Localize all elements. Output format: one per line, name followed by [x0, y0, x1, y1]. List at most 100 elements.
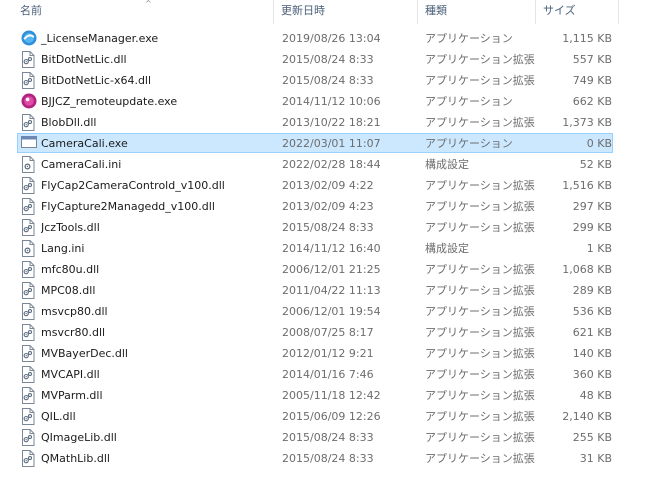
file-row[interactable]: CameraCali.ini 2022/02/28 18:44 構成設定 52 KB [0, 154, 620, 175]
dll-file-icon [21, 324, 37, 341]
file-size: 0 KB [586, 137, 612, 150]
dll-file-icon [21, 345, 37, 362]
file-type: アプリケーション拡張 [425, 410, 535, 423]
file-row[interactable]: CameraCali.exe 2022/03/01 11:07 アプリケーション 0 … [0, 133, 620, 154]
file-row[interactable]: Lang.ini 2014/11/12 16:40 構成設定 1 KB [0, 238, 620, 259]
file-row[interactable]: BJJCZ_remoteupdate.exe 2014/11/12 10:06 アプ… [0, 91, 620, 112]
dll-file-icon [21, 282, 37, 299]
column-header-name[interactable]: 名前 [15, 0, 273, 24]
file-row[interactable]: FlyCapture2Managedd_v100.dll 2013/02/09 4… [0, 196, 620, 217]
file-type: アプリケーション拡張 [425, 347, 535, 360]
file-row[interactable]: MVBayerDec.dll 2012/01/12 9:21 アプリケーション拡張 1… [0, 343, 620, 364]
file-type: アプリケーション拡張 [425, 74, 535, 87]
file-name: MVBayerDec.dll [41, 347, 128, 360]
file-date: 2015/08/24 8:33 [282, 221, 374, 234]
file-size: 31 KB [579, 452, 612, 465]
file-date: 2011/04/22 11:13 [282, 284, 381, 297]
file-row[interactable]: JczTools.dll 2015/08/24 8:33 アプリケーション拡張 299… [0, 217, 620, 238]
file-row[interactable]: msvcp80.dll 2006/12/01 19:54 アプリケーション拡張 536… [0, 301, 620, 322]
file-row[interactable]: FlyCap2CameraControld_v100.dll 2013/02/09… [0, 175, 620, 196]
dll-file-icon [21, 303, 37, 320]
file-date: 2006/12/01 19:54 [282, 305, 381, 318]
file-date: 2005/11/18 12:42 [282, 389, 381, 402]
file-size: 1,115 KB [562, 32, 612, 45]
file-date: 2022/03/01 11:07 [282, 137, 381, 150]
file-date: 2014/01/16 7:46 [282, 368, 374, 381]
file-type: アプリケーション拡張 [425, 53, 535, 66]
dll-file-icon [21, 261, 37, 278]
file-date: 2006/12/01 21:25 [282, 263, 381, 276]
file-size: 48 KB [579, 389, 612, 402]
file-row[interactable]: msvcr80.dll 2008/07/25 8:17 アプリケーション拡張 621 … [0, 322, 620, 343]
file-name: msvcp80.dll [41, 305, 108, 318]
file-date: 2014/11/12 10:06 [282, 95, 381, 108]
column-header-type[interactable]: 種類 [420, 0, 535, 24]
file-row[interactable]: QMathLib.dll 2015/08/24 8:33 アプリケーション拡張 31 … [0, 448, 620, 469]
dll-file-icon [21, 408, 37, 425]
file-size: 140 KB [572, 347, 612, 360]
file-type: アプリケーション拡張 [425, 326, 535, 339]
column-header-size[interactable]: サイズ [538, 0, 618, 24]
file-name: MVCAPI.dll [41, 368, 100, 381]
file-size: 749 KB [572, 74, 612, 87]
file-type: アプリケーション拡張 [425, 368, 535, 381]
dll-file-icon [21, 198, 37, 215]
column-divider[interactable] [273, 0, 274, 24]
column-header-date[interactable]: 更新日時 [276, 0, 417, 24]
dll-file-icon [21, 450, 37, 467]
file-size: 2,140 KB [562, 410, 612, 423]
file-name: MPC08.dll [41, 284, 96, 297]
file-size: 1 KB [586, 242, 612, 255]
column-divider[interactable] [535, 0, 536, 24]
file-type: アプリケーション拡張 [425, 284, 535, 297]
file-date: 2015/08/24 8:33 [282, 431, 374, 444]
file-name: BJJCZ_remoteupdate.exe [41, 95, 178, 108]
file-size: 662 KB [572, 95, 612, 108]
file-type: アプリケーション拡張 [425, 179, 535, 192]
file-type: アプリケーション拡張 [425, 431, 535, 444]
column-header-bar: ^ 名前 更新日時 種類 サイズ [0, 0, 620, 24]
file-name: BitDotNetLic.dll [41, 53, 127, 66]
file-type: アプリケーション [425, 137, 513, 150]
file-size: 289 KB [572, 284, 612, 297]
file-name: BlobDll.dll [41, 116, 97, 129]
file-row[interactable]: MVParm.dll 2005/11/18 12:42 アプリケーション拡張 48 K… [0, 385, 620, 406]
file-name: QMathLib.dll [41, 452, 110, 465]
file-type: アプリケーション [425, 32, 513, 45]
file-name: CameraCali.ini [41, 158, 122, 171]
file-name: Lang.ini [41, 242, 85, 255]
file-name: QImageLib.dll [41, 431, 117, 444]
file-row[interactable]: QImageLib.dll 2015/08/24 8:33 アプリケーション拡張 25… [0, 427, 620, 448]
file-row[interactable]: BlobDll.dll 2013/10/22 18:21 アプリケーション拡張 1,3… [0, 112, 620, 133]
file-row[interactable]: MPC08.dll 2011/04/22 11:13 アプリケーション拡張 289 K… [0, 280, 620, 301]
dll-file-icon [21, 219, 37, 236]
file-size: 255 KB [572, 431, 612, 444]
blue-circle-app-icon [21, 30, 37, 47]
file-name: FlyCap2CameraControld_v100.dll [41, 179, 225, 192]
file-row[interactable]: BitDotNetLic.dll 2015/08/24 8:33 アプリケーション拡… [0, 49, 620, 70]
window-app-icon [21, 135, 37, 152]
file-type: 構成設定 [425, 242, 469, 255]
dll-file-icon [21, 387, 37, 404]
column-divider[interactable] [618, 0, 619, 24]
file-size: 1,373 KB [562, 116, 612, 129]
file-date: 2008/07/25 8:17 [282, 326, 374, 339]
file-row[interactable]: _LicenseManager.exe 2019/08/26 13:04 アプリケー… [0, 28, 620, 49]
file-row[interactable]: mfc80u.dll 2006/12/01 21:25 アプリケーション拡張 1,06… [0, 259, 620, 280]
file-date: 2015/08/24 8:33 [282, 53, 374, 66]
file-row[interactable]: BitDotNetLic-x64.dll 2015/08/24 8:33 アプリケー… [0, 70, 620, 91]
magenta-circle-app-icon [21, 93, 37, 110]
file-name: JczTools.dll [41, 221, 100, 234]
file-date: 2015/06/09 12:26 [282, 410, 381, 423]
ini-settings-icon [21, 240, 37, 257]
column-divider[interactable] [417, 0, 418, 24]
file-row[interactable]: MVCAPI.dll 2014/01/16 7:46 アプリケーション拡張 360 K… [0, 364, 620, 385]
file-size: 360 KB [572, 368, 612, 381]
file-name: CameraCali.exe [41, 137, 128, 150]
file-date: 2015/08/24 8:33 [282, 452, 374, 465]
file-size: 299 KB [572, 221, 612, 234]
file-row[interactable]: QIL.dll 2015/06/09 12:26 アプリケーション拡張 2,140 K… [0, 406, 620, 427]
file-date: 2014/11/12 16:40 [282, 242, 381, 255]
file-list: _LicenseManager.exe 2019/08/26 13:04 アプリケー… [0, 28, 620, 469]
file-name: MVParm.dll [41, 389, 103, 402]
